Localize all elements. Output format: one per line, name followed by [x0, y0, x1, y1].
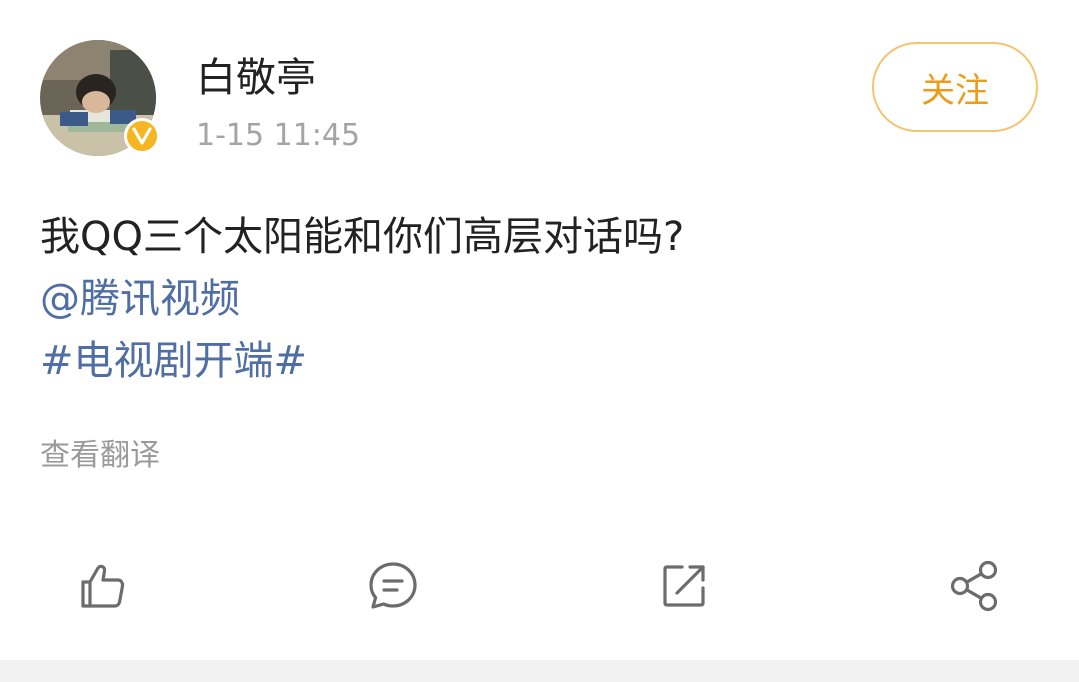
weibo-post-card: 白敬亭 1-15 11:45 关注 我QQ三个太阳能和你们高层对话吗? @腾讯视…: [0, 0, 1079, 660]
like-thumb-icon: [81, 564, 125, 608]
comment-button[interactable]: [365, 558, 421, 614]
repost-icon: [663, 565, 705, 607]
author-name[interactable]: 白敬亭: [196, 54, 316, 102]
hashtag-link[interactable]: #电视剧开端#: [40, 332, 1040, 394]
share-icon: [950, 560, 998, 612]
repost-button[interactable]: [656, 558, 712, 614]
post-text: 我QQ三个太阳能和你们高层对话吗?: [40, 214, 685, 260]
verified-v-badge-icon: [124, 118, 160, 154]
share-button[interactable]: [946, 558, 1002, 614]
follow-button-label: 关注: [921, 70, 989, 111]
post-timestamp: 1-15 11:45: [196, 118, 361, 153]
follow-button[interactable]: 关注: [872, 42, 1038, 132]
comment-bubble-icon: [369, 562, 417, 609]
post-content: 我QQ三个太阳能和你们高层对话吗? @腾讯视频 #电视剧开端#: [40, 208, 1040, 394]
translate-link[interactable]: 查看翻译: [40, 436, 160, 476]
like-button[interactable]: [74, 558, 130, 614]
mention-link[interactable]: @腾讯视频: [40, 270, 1040, 332]
card-separator: [0, 660, 1079, 682]
